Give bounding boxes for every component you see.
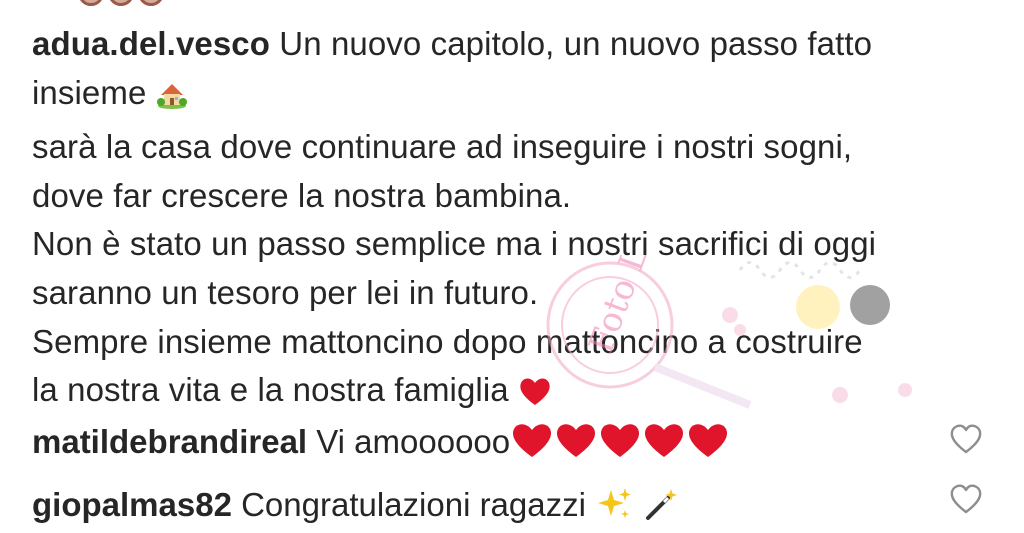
avatar-stack-cropped (78, 0, 164, 6)
caption-line: insieme (32, 69, 992, 124)
red-heart-icon (518, 372, 552, 421)
caption-line: saranno un tesoro per lei in futuro. (32, 273, 539, 311)
comment-username[interactable]: giopalmas82 (32, 486, 232, 523)
heart-outline-icon (950, 424, 982, 454)
heart-outline-icon (950, 484, 982, 514)
comment-text: Vi amoooooo (316, 423, 511, 460)
avatar (138, 0, 164, 6)
like-comment-button[interactable] (948, 421, 984, 457)
sparkles-icon (595, 486, 633, 533)
caption-text: la nostra vita e la nostra famiglia (32, 371, 509, 409)
caption-text: Un nuovo capitolo, un nuovo passo fatto (279, 25, 873, 62)
comment-text: Congratulazioni ragazzi (241, 486, 586, 523)
caption-line: sarà la casa dove continuare ad inseguir… (32, 128, 853, 166)
avatar (108, 0, 134, 6)
comment-row: matildebrandireal Vi amoooooo (32, 420, 932, 470)
magic-wand-icon (642, 486, 680, 533)
comment-username[interactable]: matildebrandireal (32, 423, 307, 460)
caption-text: insieme (32, 73, 147, 111)
house-with-garden-icon (156, 75, 188, 124)
caption-line: Non è stato un passo semplice ma i nostr… (32, 225, 877, 263)
caption-line: Sempre insieme mattoncino dopo mattoncin… (32, 322, 863, 360)
caption-line: dove far crescere la nostra bambina. (32, 176, 572, 214)
author-username[interactable]: adua.del.vesco (32, 25, 270, 62)
caption-line: la nostra vita e la nostra famiglia (32, 366, 992, 421)
like-comment-button[interactable] (948, 481, 984, 517)
red-heart-icon (510, 421, 730, 470)
post-caption: adua.del.vesco Un nuovo capitolo, un nuo… (32, 20, 992, 421)
comment-row: giopalmas82 Congratulazioni ragazzi (32, 483, 932, 533)
caption-line: adua.del.vesco Un nuovo capitolo, un nuo… (32, 20, 992, 69)
avatar (78, 0, 104, 6)
